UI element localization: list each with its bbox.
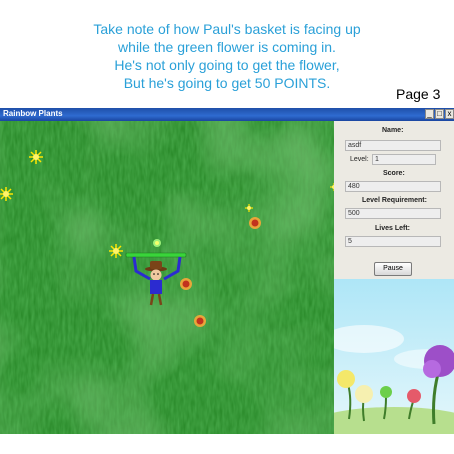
pause-button[interactable]: Pause [374,262,412,276]
side-panel: Name: asdf Level: 1 Score: 480 Level Req… [334,121,454,434]
name-field[interactable]: asdf [345,140,441,151]
lives-left-field[interactable]: 5 [345,236,441,247]
game-field[interactable] [0,121,334,434]
level-requirement-field[interactable]: 500 [345,208,441,219]
yellow-flower [109,244,123,258]
red-flower [194,315,206,327]
close-button[interactable]: x [445,109,454,119]
score-field[interactable]: 480 [345,181,441,192]
caption-line: Take note of how Paul's basket is facing… [93,21,361,37]
caption-line: He's not only going to get the flower, [114,57,340,73]
red-flower [249,217,261,229]
maximize-button[interactable]: □ [435,109,444,119]
level-requirement-label: Level Requirement: [362,197,427,204]
lives-left-label: Lives Left: [375,225,411,232]
grass-background [0,121,334,434]
level-label: Level: [350,156,369,163]
page-number: Page 3 [396,86,441,102]
caption-line: But he's going to get 50 POINTS. [123,75,331,91]
green-flower [153,239,161,247]
level-field[interactable]: 1 [372,154,436,165]
caption-text: Take note of how Paul's basket is facing… [0,20,454,92]
game-window: Rainbow Plants _ □ x Name: asdf Level: 1… [0,108,454,434]
score-label: Score: [383,170,405,177]
caption-line: while the green flower is coming in. [118,39,336,55]
basket [125,252,187,258]
window-title-bar[interactable]: Rainbow Plants _ □ x [0,108,454,121]
name-label: Name: [382,127,404,134]
minimize-button[interactable]: _ [425,109,434,119]
bottom-margin [0,434,454,454]
yellow-flower [0,187,13,201]
window-title: Rainbow Plants [3,109,63,118]
landscape-image [334,279,454,434]
red-flower [180,278,192,290]
yellow-flower [29,150,43,164]
